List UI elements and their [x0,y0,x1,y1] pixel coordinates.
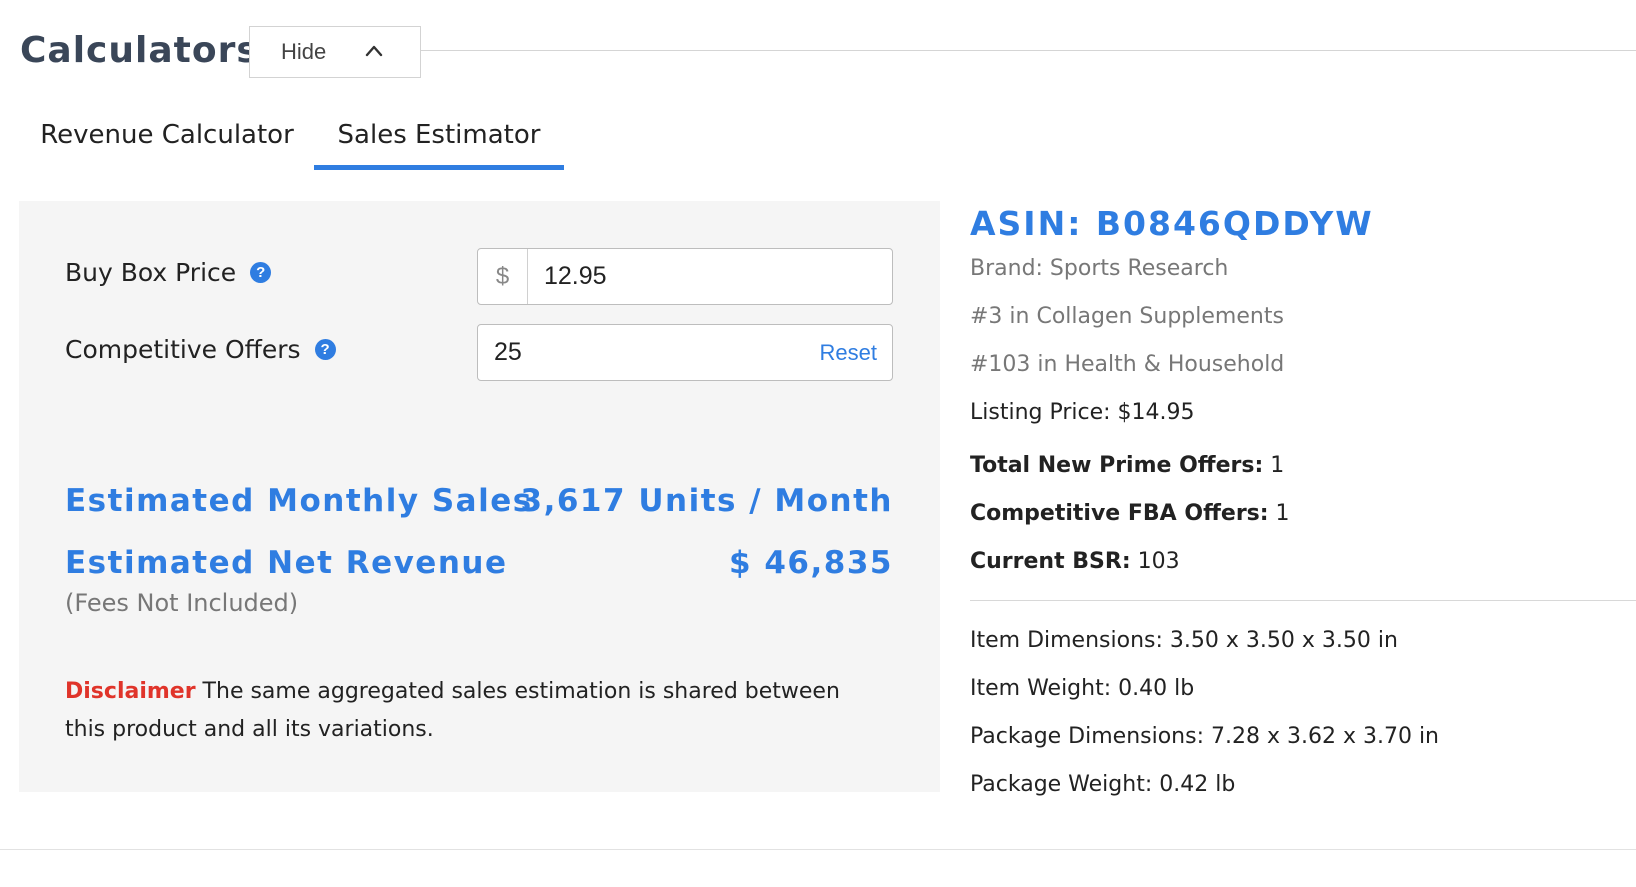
disclaimer: Disclaimer The same aggregated sales est… [65,673,865,749]
bottom-divider [0,849,1636,850]
fba-offers: Competitive FBA Offers: 1 [970,501,1290,526]
net-revenue-value: $ 46,835 [729,545,893,581]
reset-link[interactable]: Reset [820,325,877,380]
monthly-sales-label: Estimated Monthly Sales [65,483,533,519]
competitive-offers-text: Competitive Offers [65,335,301,364]
monthly-sales-value: 3,617 Units / Month [520,483,893,519]
hide-button[interactable]: Hide [249,26,421,78]
disclaimer-label: Disclaimer [65,679,196,704]
rank-main: #103 in Health & Household [970,352,1285,377]
prime-offers-label: Total New Prime Offers: [970,453,1264,478]
package-weight: Package Weight: 0.42 lb [970,772,1236,797]
competitive-offers-label: Competitive Offers ? [65,335,336,364]
buy-box-price-label: Buy Box Price ? [65,258,272,287]
fees-note: (Fees Not Included) [65,589,299,617]
rank-category: #3 in Collagen Supplements [970,304,1284,329]
help-icon[interactable]: ? [314,339,336,360]
help-icon[interactable]: ? [250,262,272,283]
page-title: Calculators [20,30,259,71]
listing-price: Listing Price: $14.95 [970,400,1195,425]
competitive-offers-input[interactable]: 25 Reset [477,324,893,381]
tab-sales-estimator[interactable]: Sales Estimator [314,104,564,170]
buy-box-price-input[interactable]: $ 12.95 [477,248,893,305]
currency-prefix: $ [478,249,528,304]
calculators-header: Calculators Hide [20,26,1636,78]
sales-estimator-panel: Buy Box Price ? $ 12.95 Competitive Offe… [19,201,940,792]
prime-offers: Total New Prime Offers: 1 [970,453,1284,478]
chevron-up-icon [365,45,383,57]
asin: ASIN: B0846QDDYW [970,204,1374,243]
bsr-label: Current BSR: [970,549,1131,574]
fba-offers-label: Competitive FBA Offers: [970,501,1269,526]
fba-offers-value: 1 [1268,501,1290,526]
buy-box-price-value[interactable]: 12.95 [544,249,607,304]
bsr-value: 103 [1130,549,1180,574]
header-divider [421,50,1636,51]
brand: Brand: Sports Research [970,256,1229,281]
info-divider [970,600,1636,601]
hide-button-label: Hide [281,39,327,64]
item-dimensions: Item Dimensions: 3.50 x 3.50 x 3.50 in [970,628,1398,653]
current-bsr: Current BSR: 103 [970,549,1180,574]
tab-revenue-calculator[interactable]: Revenue Calculator [20,104,314,170]
competitive-offers-value[interactable]: 25 [494,325,522,380]
package-dimensions: Package Dimensions: 7.28 x 3.62 x 3.70 i… [970,724,1440,749]
net-revenue-label: Estimated Net Revenue [65,545,508,581]
item-weight: Item Weight: 0.40 lb [970,676,1195,701]
buy-box-price-text: Buy Box Price [65,258,237,287]
prime-offers-value: 1 [1263,453,1285,478]
